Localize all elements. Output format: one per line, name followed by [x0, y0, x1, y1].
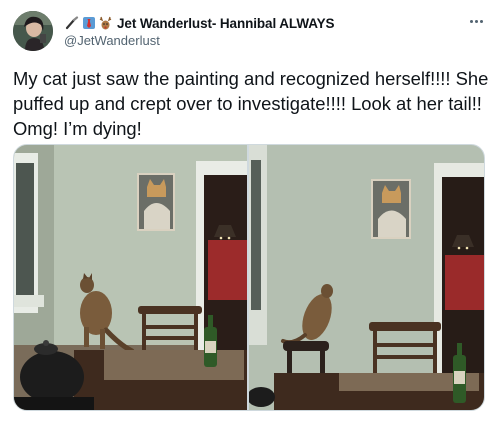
- avatar[interactable]: [13, 11, 53, 51]
- deer-icon: [98, 16, 113, 31]
- red-tie-icon: [81, 16, 96, 31]
- more-options-icon[interactable]: [466, 13, 486, 29]
- author-name-row: Jet Wanderlust- Hannibal ALWAYS: [64, 13, 335, 33]
- tweet: Jet Wanderlust- Hannibal ALWAYS @JetWand…: [0, 0, 500, 425]
- photo-cat-approaching-painting[interactable]: [14, 145, 247, 410]
- tweet-media[interactable]: [13, 144, 485, 411]
- photo-cat-investigating-painting[interactable]: [247, 145, 484, 410]
- paintbrush-icon: [64, 16, 79, 31]
- tweet-text: My cat just saw the painting and recogni…: [13, 68, 489, 139]
- author-handle[interactable]: @JetWanderlust: [64, 33, 160, 48]
- author-display-name[interactable]: Jet Wanderlust- Hannibal ALWAYS: [117, 16, 335, 31]
